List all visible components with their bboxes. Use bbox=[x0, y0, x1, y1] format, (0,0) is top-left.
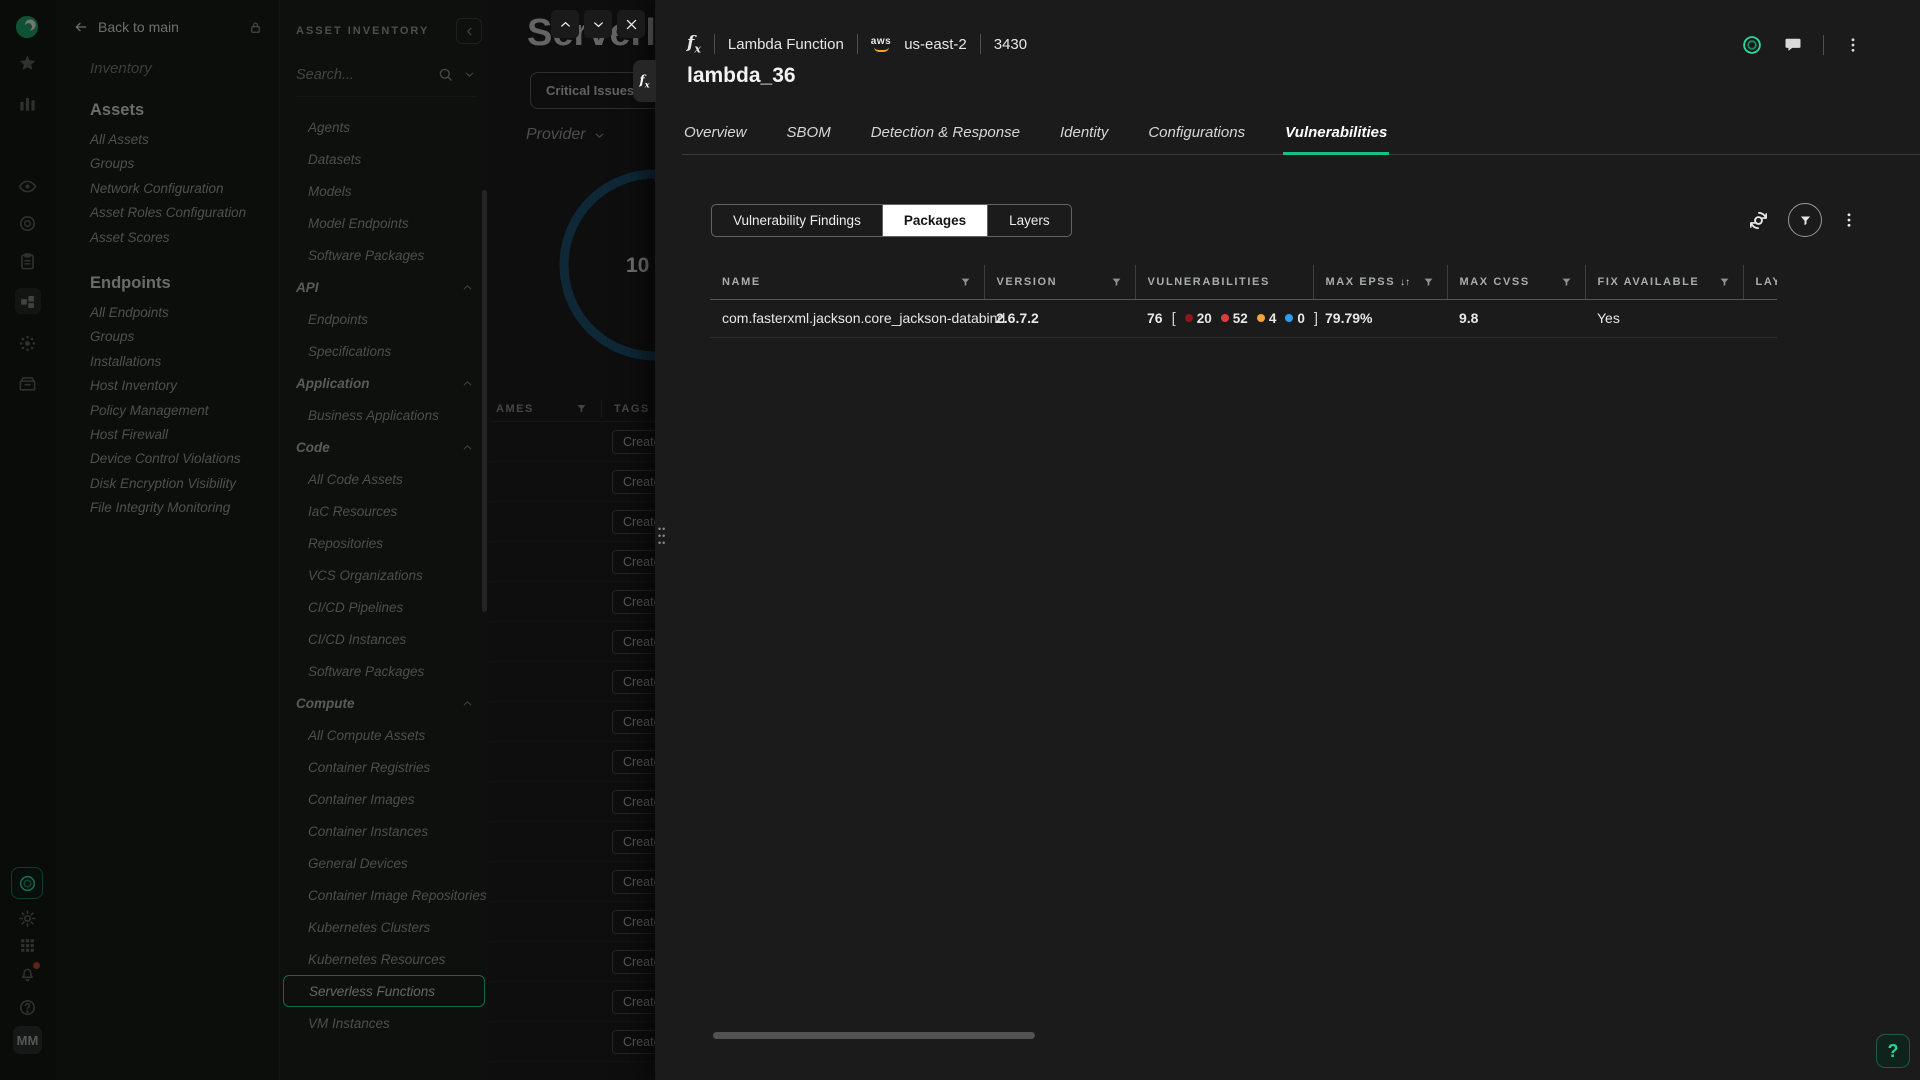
tab-identity[interactable]: Identity bbox=[1058, 118, 1110, 154]
severity-medium-dot bbox=[1257, 314, 1265, 322]
rescan-icon[interactable] bbox=[1747, 209, 1770, 232]
drawer-resize-handle[interactable]: •••••• bbox=[658, 526, 666, 547]
column-header-layers[interactable]: LAYERS bbox=[1743, 265, 1777, 299]
table-controls: Vulnerability FindingsPackagesLayers bbox=[711, 203, 1858, 237]
breadcrumb: fx Lambda Function aws us-east-2 3430 bbox=[687, 26, 1027, 62]
help-button[interactable]: ? bbox=[1876, 1034, 1910, 1068]
tab-configurations[interactable]: Configurations bbox=[1146, 118, 1247, 154]
close-drawer-button[interactable] bbox=[617, 10, 645, 38]
cell-max-cvss: 9.8 bbox=[1447, 299, 1585, 337]
close-icon bbox=[624, 17, 639, 32]
chevron-down-icon bbox=[591, 17, 606, 32]
column-label: NAME bbox=[722, 276, 761, 288]
comment-icon[interactable] bbox=[1783, 35, 1803, 55]
column-label: MAX CVSS bbox=[1460, 276, 1530, 288]
drawer-header-icons bbox=[1741, 34, 1862, 56]
sort-icon[interactable]: ↓↑ bbox=[1400, 277, 1410, 288]
table-row[interactable]: com.fasterxml.jackson.core_jackson-datab… bbox=[710, 299, 1777, 337]
column-label: VERSION bbox=[997, 276, 1058, 288]
column-header-fix-available[interactable]: FIX AVAILABLE bbox=[1585, 265, 1743, 299]
column-header-vulnerabilities[interactable]: VULNERABILITIES bbox=[1135, 265, 1313, 299]
drawer-nav bbox=[551, 10, 645, 38]
bracket: [ bbox=[1172, 310, 1176, 327]
column-label: MAX EPSS bbox=[1326, 276, 1396, 288]
filter-funnel-icon bbox=[1799, 214, 1812, 227]
severity-high-count: 52 bbox=[1221, 311, 1248, 326]
cell-fix-available: Yes bbox=[1585, 299, 1743, 337]
breadcrumb-divider bbox=[980, 34, 981, 54]
lambda-fx-icon: fx bbox=[687, 33, 701, 55]
tab-sbom[interactable]: SBOM bbox=[785, 118, 833, 154]
header-divider bbox=[1823, 35, 1824, 55]
tab-overview[interactable]: Overview bbox=[682, 118, 749, 154]
filter-funnel-icon[interactable] bbox=[1561, 276, 1572, 287]
column-header-max-cvss[interactable]: MAX CVSS bbox=[1447, 265, 1585, 299]
previous-asset-button[interactable] bbox=[551, 10, 579, 38]
scan-status-icon[interactable] bbox=[1741, 34, 1763, 56]
aws-label: aws bbox=[871, 37, 891, 47]
details-drawer: fx •••••• fx Lambda Function aws us-east… bbox=[655, 0, 1920, 1080]
breadcrumb-divider bbox=[857, 34, 858, 54]
more-actions-icon[interactable] bbox=[1844, 36, 1862, 54]
lambda-fx-icon: fx bbox=[640, 73, 650, 89]
chevron-up-icon bbox=[558, 17, 573, 32]
tab-detection-response[interactable]: Detection & Response bbox=[869, 118, 1022, 154]
severity-medium-count: 4 bbox=[1257, 311, 1277, 326]
lambda-edge-tab[interactable]: fx bbox=[633, 60, 656, 102]
tab-vulnerabilities[interactable]: Vulnerabilities bbox=[1283, 118, 1389, 154]
column-label: FIX AVAILABLE bbox=[1598, 276, 1700, 288]
vuln-total: 76 bbox=[1147, 310, 1163, 326]
filter-funnel-icon[interactable] bbox=[1111, 276, 1122, 287]
asset-count-label: 3430 bbox=[994, 36, 1027, 53]
aws-icon: aws bbox=[871, 37, 891, 52]
packages-table-header: NAMEVERSIONVULNERABILITIESMAX EPSS↓↑MAX … bbox=[710, 265, 1777, 299]
region-label: us-east-2 bbox=[904, 36, 967, 53]
bracket: ] bbox=[1314, 310, 1318, 327]
filter-funnel-icon[interactable] bbox=[1423, 276, 1434, 287]
table-control-icons bbox=[1747, 203, 1858, 237]
asset-type-label: Lambda Function bbox=[728, 36, 844, 53]
drawer-tabs: Overview SBOM Detection & Response Identity… bbox=[682, 118, 1920, 155]
breadcrumb-divider bbox=[714, 34, 715, 54]
severity-critical-dot bbox=[1185, 314, 1193, 322]
column-header-name[interactable]: NAME bbox=[710, 265, 984, 299]
subtab-layers[interactable]: Layers bbox=[988, 205, 1071, 236]
next-asset-button[interactable] bbox=[584, 10, 612, 38]
table-more-icon[interactable] bbox=[1840, 211, 1858, 229]
cell-vulnerabilities: 76[205240] bbox=[1135, 299, 1313, 337]
cell-max-epss: 79.79% bbox=[1313, 299, 1447, 337]
subtab-vulnerability-findings[interactable]: Vulnerability Findings bbox=[712, 205, 883, 236]
filter-funnel-icon[interactable] bbox=[960, 276, 971, 287]
column-label: LAYERS bbox=[1756, 276, 1778, 288]
cell-layers bbox=[1743, 299, 1777, 337]
view-segmented-control: Vulnerability FindingsPackagesLayers bbox=[711, 204, 1072, 237]
cell-version: 2.6.7.2 bbox=[984, 299, 1135, 337]
severity-low-dot bbox=[1285, 314, 1293, 322]
severity-high-dot bbox=[1221, 314, 1229, 322]
severity-low-count: 0 bbox=[1285, 311, 1305, 326]
column-header-max-epss[interactable]: MAX EPSS ↓↑ bbox=[1313, 265, 1447, 299]
asset-title: lambda_36 bbox=[687, 64, 796, 88]
filter-funnel-icon[interactable] bbox=[1719, 276, 1730, 287]
aws-smile-icon bbox=[874, 47, 889, 52]
cell-name: com.fasterxml.jackson.core_jackson-datab… bbox=[710, 299, 984, 337]
column-label: VULNERABILITIES bbox=[1148, 276, 1270, 288]
horizontal-scrollbar[interactable] bbox=[713, 1032, 1035, 1039]
filter-button[interactable] bbox=[1788, 203, 1822, 237]
subtab-packages[interactable]: Packages bbox=[883, 205, 988, 236]
packages-table: NAMEVERSIONVULNERABILITIESMAX EPSS↓↑MAX … bbox=[710, 265, 1777, 338]
severity-critical-count: 20 bbox=[1185, 311, 1212, 326]
column-header-version[interactable]: VERSION bbox=[984, 265, 1135, 299]
screen: MM Back to main Inventory AssetsAll Asse… bbox=[0, 0, 1920, 1080]
